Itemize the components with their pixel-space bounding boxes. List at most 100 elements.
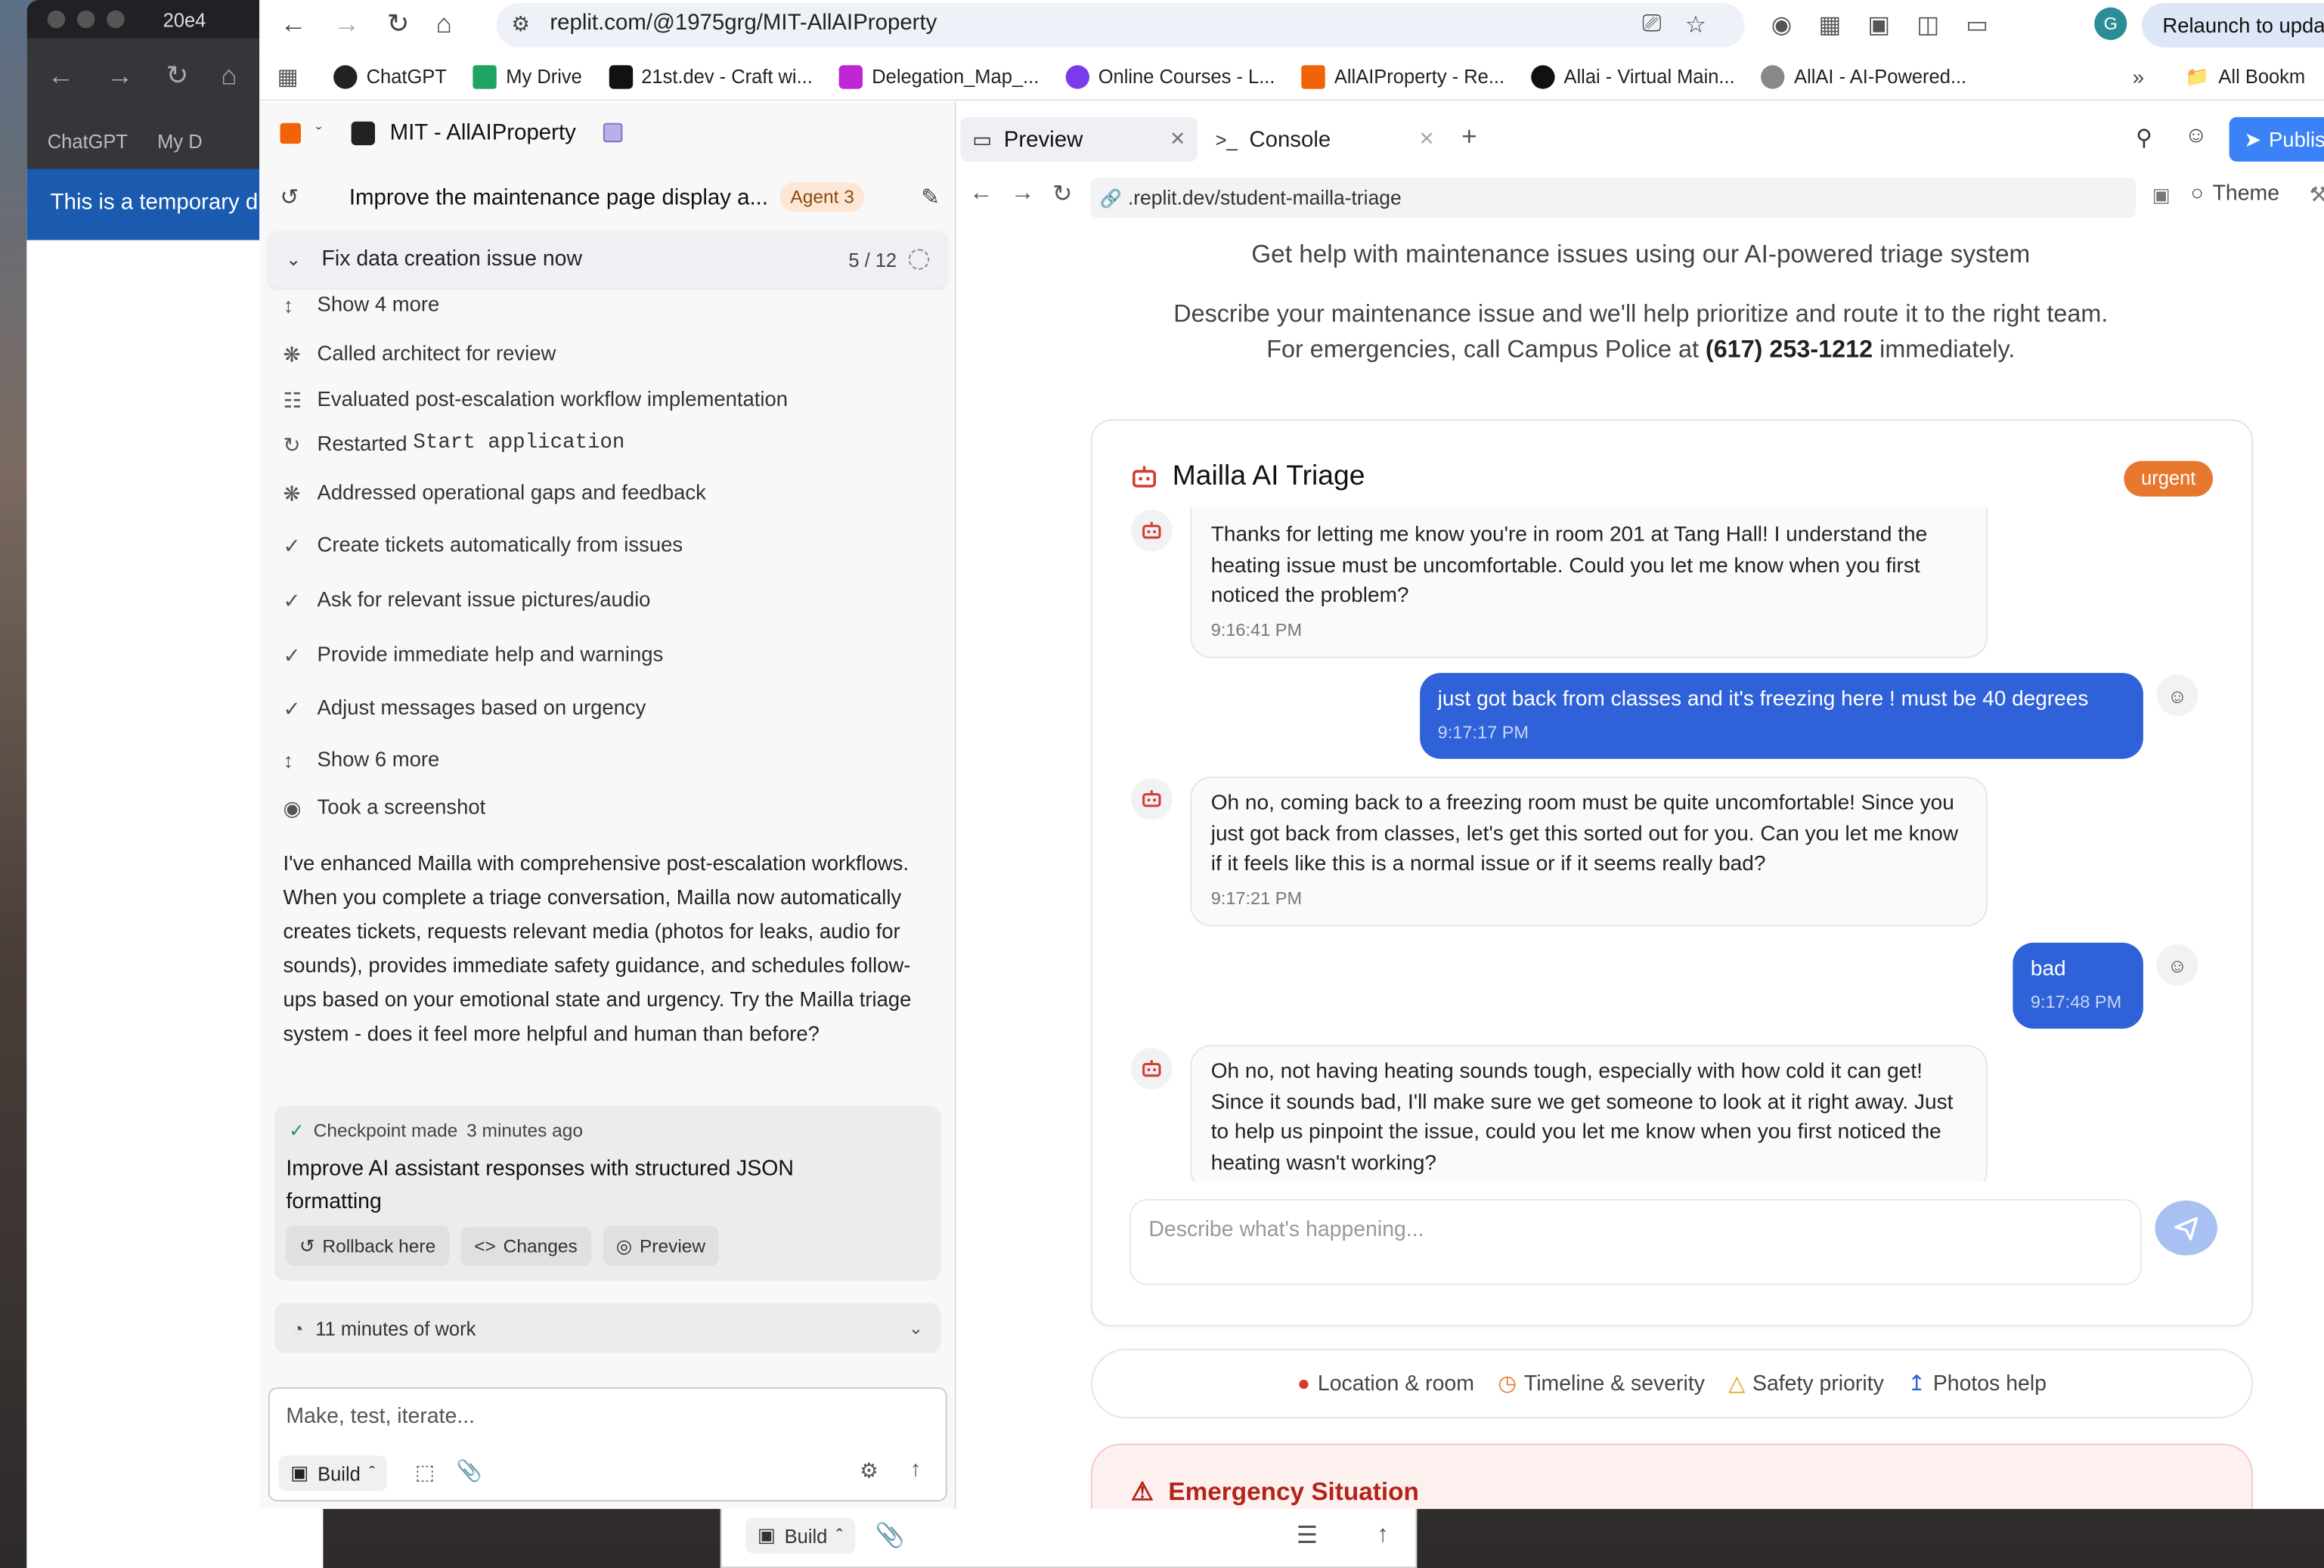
arrow-up-icon[interactable]: ↑ xyxy=(910,1457,922,1482)
select-element-icon[interactable]: ⬚ xyxy=(415,1460,435,1485)
back-icon[interactable]: ← xyxy=(969,181,993,207)
preview-url-field[interactable]: 🔗 .replit.dev/student-mailla-triage xyxy=(1090,178,2137,218)
puzzle-icon[interactable]: ▣ xyxy=(1867,11,1890,40)
forward-icon[interactable]: → xyxy=(107,60,133,91)
emergency-card: ⚠ Emergency Situation xyxy=(1090,1443,2253,1509)
back-icon[interactable]: ← xyxy=(280,9,307,40)
intro-line-1: Describe your maintenance issue and we'l… xyxy=(1173,300,2109,328)
task-item: ✓ Adjust messages based on urgency xyxy=(283,695,646,720)
publish-button[interactable]: ➤Publish xyxy=(2229,116,2324,162)
build-mode-button[interactable]: ▣ Build ˆ xyxy=(278,1455,387,1492)
bookmark-item[interactable]: Online Courses - L... xyxy=(1065,64,1275,88)
install-app-icon[interactable]: ⎚ xyxy=(1642,12,1661,39)
bot-message: Oh no, not having heating sounds tough, … xyxy=(1190,1045,1988,1182)
restart-icon: ↻ xyxy=(283,432,301,456)
chat-input[interactable]: Describe what's happening... xyxy=(1129,1199,2142,1285)
task-label: Fix data creation issue now xyxy=(321,247,583,271)
work-duration[interactable]: ◔ 11 minutes of work ⌄ xyxy=(274,1303,941,1353)
settings-sliders-icon[interactable]: ⚙ xyxy=(860,1458,878,1483)
attach-icon[interactable]: 📎 xyxy=(875,1520,905,1550)
bookmark-item[interactable]: Allai - Virtual Main... xyxy=(1531,64,1735,88)
invite-user-icon[interactable]: ☺ xyxy=(2185,123,2208,148)
site-settings-icon[interactable]: ⚙ xyxy=(511,12,530,37)
bookmark-item[interactable]: My Drive xyxy=(473,64,582,88)
brain-icon: ❋ xyxy=(283,481,301,505)
project-header: ˇ MIT - AllAIProperty xyxy=(280,120,622,145)
chevron-down-icon[interactable]: ⌄ xyxy=(286,249,301,269)
chevron-down-icon[interactable]: ˇ xyxy=(316,122,322,143)
theme-button[interactable]: ○ Theme xyxy=(2191,182,2279,206)
bookmark-item[interactable]: AllAIProperty - Re... xyxy=(1301,64,1504,88)
reload-icon[interactable]: ↻ xyxy=(166,60,189,91)
replit-logo-icon[interactable] xyxy=(280,122,301,144)
home-icon[interactable]: ⌂ xyxy=(436,9,452,40)
back-icon[interactable]: ← xyxy=(48,60,74,91)
profile-avatar[interactable]: G xyxy=(2094,7,2127,40)
preview-button[interactable]: ◎ Preview xyxy=(603,1226,719,1266)
composer-placeholder: Make, test, iterate... xyxy=(286,1405,476,1429)
cast-icon[interactable]: ▭ xyxy=(1966,11,1988,40)
build-label[interactable]: Build xyxy=(785,1524,828,1546)
rollback-button[interactable]: ↺ Rollback here xyxy=(286,1226,449,1266)
bookmark-item[interactable]: ChatGPT xyxy=(333,64,447,88)
relaunch-button[interactable]: Relaunch to upda xyxy=(2141,2,2324,48)
attach-icon[interactable]: 📎 xyxy=(457,1458,482,1483)
agent-badge[interactable]: Agent 3 xyxy=(779,182,865,212)
bookmarks-bar: ▦ ChatGPT My Drive 21st.dev - Craft wi..… xyxy=(259,53,2324,101)
history-icon[interactable]: ↺ xyxy=(280,184,299,210)
apps-grid-icon[interactable]: ▦ xyxy=(277,63,299,89)
code-icon: <> xyxy=(474,1235,496,1257)
show-more-button[interactable]: ↕ Show 6 more xyxy=(283,747,439,771)
arrow-up-icon[interactable]: ↑ xyxy=(1377,1522,1389,1548)
activity-item: ☷ Evaluated post-escalation workflow impl… xyxy=(283,386,789,412)
robot-icon xyxy=(1142,1060,1161,1077)
devices-icon[interactable]: ▣ xyxy=(2152,184,2171,207)
add-tab-icon[interactable]: + xyxy=(1461,122,1477,153)
home-icon[interactable]: ⌂ xyxy=(221,60,237,91)
bookmark-item[interactable]: Delegation_Map_... xyxy=(839,64,1039,88)
all-bookmarks[interactable]: 📁 All Bookm xyxy=(2186,64,2305,88)
send-button[interactable] xyxy=(2155,1201,2217,1256)
settings-sliders-icon[interactable]: ☰ xyxy=(1297,1520,1318,1550)
task-progress: 5 / 12 xyxy=(848,248,897,271)
tab-preview[interactable]: ▭ Preview ✕ xyxy=(960,116,1198,162)
send-icon xyxy=(2174,1216,2199,1241)
gauge-icon: ◔ xyxy=(292,1316,304,1340)
cube-icon: ▣ xyxy=(757,1523,776,1546)
extension-icon[interactable]: ▦ xyxy=(1818,11,1841,40)
activity-item: ❋ Called architect for review xyxy=(283,340,556,366)
bookmark-chatgpt[interactable]: ChatGPT xyxy=(48,130,128,152)
changes-button[interactable]: <> Changes xyxy=(460,1226,591,1266)
thread-title[interactable]: Improve the maintenance page display a..… xyxy=(349,184,768,209)
reload-icon[interactable]: ↻ xyxy=(387,9,410,40)
more-bookmarks-icon[interactable]: » xyxy=(2133,64,2144,88)
bookmark-drive[interactable]: My D xyxy=(157,130,202,152)
agent-composer[interactable]: Make, test, iterate... ▣ Build ˆ ⬚ 📎 ⚙ ↑ xyxy=(268,1387,947,1501)
bookmark-item[interactable]: 21st.dev - Craft wi... xyxy=(609,64,813,88)
check-circle-icon: ✓ xyxy=(289,1120,305,1142)
alert-icon: ⚠ xyxy=(1130,1477,1154,1506)
chevron-down-icon: ⌄ xyxy=(908,1317,924,1339)
tab-search-icon[interactable]: ◫ xyxy=(1917,11,1939,40)
tab-title[interactable]: 20e4 xyxy=(163,8,206,30)
robot-icon xyxy=(1133,466,1156,488)
reload-icon[interactable]: ↻ xyxy=(1052,179,1072,209)
bookmark-item[interactable]: AllAI - AI-Powered... xyxy=(1761,64,1966,88)
emergency-phone[interactable]: (617) 253-1212 xyxy=(1706,336,1873,363)
search-icon[interactable]: ⚲ xyxy=(2136,125,2152,151)
extension-icon[interactable]: ◉ xyxy=(1771,11,1792,40)
wrench-icon[interactable]: ⚒ xyxy=(2309,182,2324,207)
show-more-button[interactable]: ↕ Show 4 more xyxy=(283,292,439,316)
forward-icon[interactable]: → xyxy=(1011,181,1034,207)
project-name[interactable]: MIT - AllAIProperty xyxy=(390,120,576,145)
project-status-icon xyxy=(603,122,622,143)
clock-icon: ◷ xyxy=(1498,1371,1517,1396)
forward-icon[interactable]: → xyxy=(333,9,360,40)
message-clip: Oh no, not having heating sounds tough, … xyxy=(1190,1045,1991,1182)
user-message: just got back from classes and it's free… xyxy=(1420,673,2143,759)
task-header[interactable]: ⌄ Fix data creation issue now 5 / 12 xyxy=(268,231,947,288)
new-chat-icon[interactable]: ✎ xyxy=(921,184,940,210)
star-icon[interactable]: ☆ xyxy=(1685,11,1706,40)
tab-console[interactable]: >_ Console ✕ xyxy=(1210,117,1441,162)
upload-icon: ↥ xyxy=(1907,1371,1926,1396)
